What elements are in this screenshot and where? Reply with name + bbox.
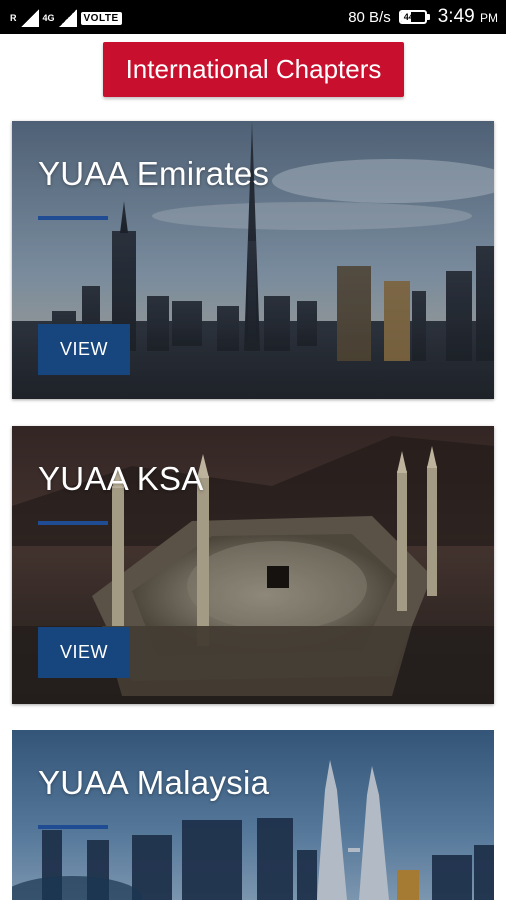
title-underline [38, 216, 108, 220]
clock: 3:49 PM [438, 6, 498, 28]
battery-icon: 44% [398, 10, 430, 24]
status-bar: R 4G VOLTE 80 B/s 44% 3:49 PM [0, 0, 506, 34]
chapter-card-emirates[interactable]: YUAA Emirates VIEW [12, 121, 494, 399]
clock-time: 3:49 [437, 6, 475, 27]
network-type: 4G [42, 12, 55, 23]
chapter-title: YUAA KSA [38, 460, 204, 497]
chapter-title: YUAA Emirates [38, 155, 270, 192]
view-button-ksa[interactable]: VIEW [38, 627, 130, 678]
battery-level: 44% [403, 12, 422, 22]
volte-badge: VOLTE [80, 11, 122, 25]
sim-label: R [10, 12, 17, 23]
signal-strength-icon [20, 9, 39, 27]
kuala-lumpur-skyline-image [12, 730, 494, 900]
network-speed: 80 B/s [348, 8, 391, 26]
chapter-card-ksa[interactable]: YUAA KSA VIEW [12, 426, 494, 704]
signal-strength-icon-2 [58, 9, 77, 27]
status-right: 80 B/s 44% 3:49 PM [348, 6, 498, 28]
title-underline [38, 521, 108, 525]
chapter-card-malaysia[interactable]: YUAA Malaysia [12, 730, 494, 900]
clock-ampm: PM [480, 11, 498, 25]
status-left: R 4G VOLTE [10, 8, 122, 28]
international-chapters-button[interactable]: International Chapters [103, 42, 404, 97]
chapter-title: YUAA Malaysia [38, 764, 270, 801]
title-underline [38, 825, 108, 829]
view-button-emirates[interactable]: VIEW [38, 324, 130, 375]
